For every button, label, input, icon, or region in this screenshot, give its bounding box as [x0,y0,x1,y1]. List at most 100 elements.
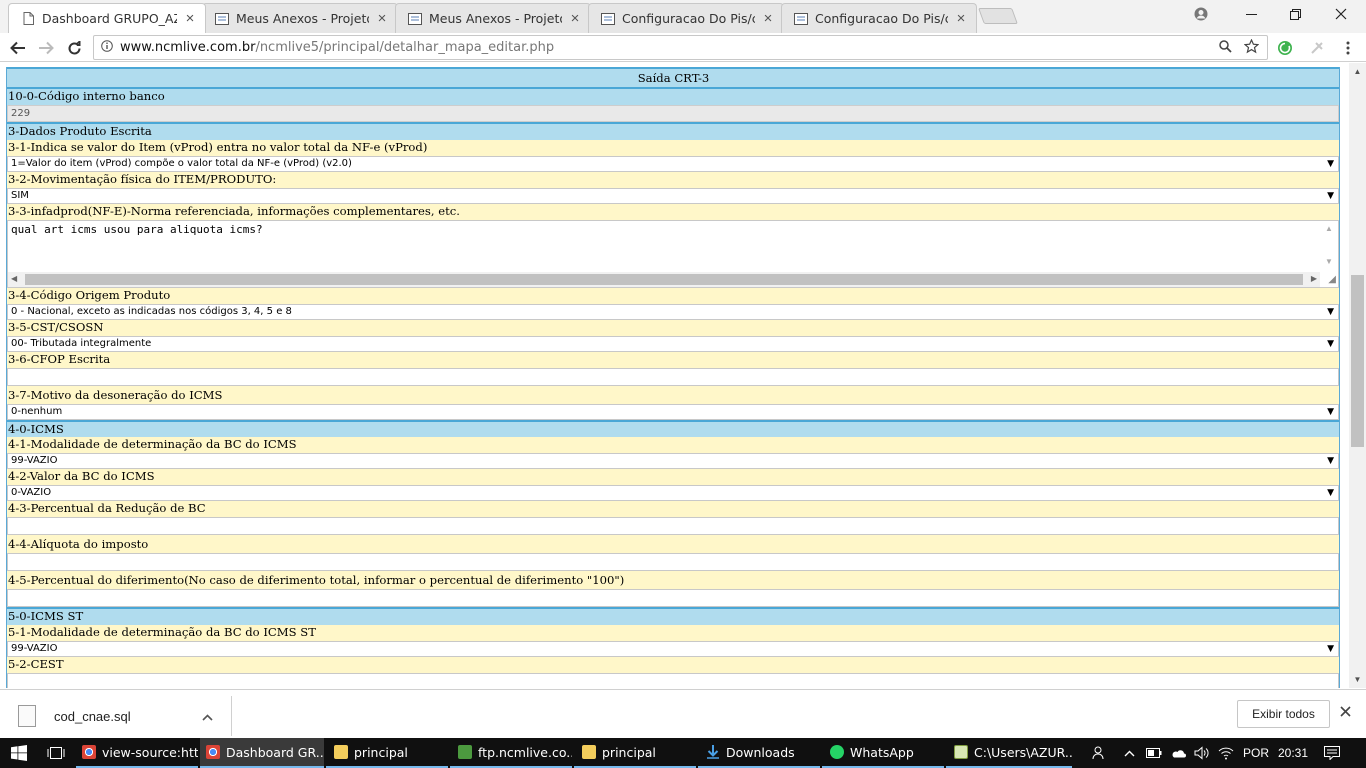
show-all-downloads-button[interactable]: Exibir todos [1237,700,1330,728]
tab-configuracao-pis-2[interactable]: Configuracao Do Pis/cof × [781,3,977,33]
chrome-icon [206,745,220,759]
tab-meus-anexos-1[interactable]: Meus Anexos - Projeto A × [202,3,398,33]
profile-icon[interactable] [1178,0,1224,28]
field-5-2-input[interactable] [7,673,1339,688]
action-center-icon[interactable] [1324,738,1340,768]
input-language[interactable]: POR [1243,738,1269,768]
new-tab-button[interactable] [978,8,1018,24]
field-4-1-label: 4-1-Modalidade de determinação da BC do … [7,437,1339,453]
minimize-window-icon[interactable] [1228,0,1274,28]
scroll-up-icon[interactable]: ▲ [1349,63,1366,80]
chevron-up-icon[interactable] [1124,738,1135,768]
clock[interactable]: 20:31 [1278,738,1308,768]
page-scroll-thumb[interactable] [1351,275,1364,447]
horizontal-scroll-thumb[interactable] [25,274,1303,285]
taskbar-item-whatsapp[interactable]: WhatsApp [822,738,944,768]
tab-dashboard[interactable]: Dashboard GRUPO_AZUR × [8,3,206,33]
battery-icon[interactable] [1146,738,1162,768]
field-4-4-label: 4-4-Alíquota do imposto [7,537,1339,553]
bookmark-star-icon[interactable] [1243,38,1260,57]
people-icon[interactable] [1092,738,1108,768]
taskbar-label: WhatsApp [850,744,914,760]
ftp-icon [458,745,472,759]
field-3-7-label: 3-7-Motivo da desoneração do ICMS [7,388,1339,404]
close-tab-icon[interactable]: × [568,10,582,27]
field-5-1-select[interactable]: 99-VAZIO ▼ [7,641,1339,657]
start-button[interactable] [0,738,38,768]
close-tab-icon[interactable]: × [183,10,197,27]
field-3-5-select[interactable]: 00- Tributada integralmente ▼ [7,336,1339,352]
taskbar-item-principal-2[interactable]: principal [574,738,696,768]
field-4-1-select[interactable]: 99-VAZIO ▼ [7,453,1339,469]
taskbar-item-principal-1[interactable]: principal [326,738,448,768]
document-icon [408,12,422,26]
field-4-4-input[interactable] [7,553,1339,571]
extension-green-icon[interactable] [1273,36,1297,60]
tab-title: Dashboard GRUPO_AZUR [42,11,177,26]
field-3-4-label: 3-4-Código Origem Produto [7,288,1339,304]
field-3-3-textarea[interactable]: qual art icms usou para aliquota icms? ▲… [7,220,1339,288]
onedrive-icon[interactable] [1170,738,1186,768]
section-code-header: 10-0-Código interno banco [7,87,1339,105]
chevron-down-icon: ▼ [1327,644,1334,654]
tab-meus-anexos-2[interactable]: Meus Anexos - Projeto A × [395,3,591,33]
textarea-horizontal-scrollbar[interactable]: ◀ ▶ [8,272,1320,287]
tab-title: Configuracao Do Pis/cof [815,11,948,26]
close-shelf-icon[interactable] [1340,704,1351,722]
scroll-down-icon[interactable]: ▼ [1349,671,1366,688]
task-view-button[interactable] [38,738,74,768]
field-5-2-label: 5-2-CEST [7,657,1339,673]
field-4-3-input[interactable] [7,517,1339,535]
restore-window-icon[interactable] [1272,0,1318,28]
close-window-icon[interactable] [1318,0,1364,28]
forward-icon[interactable] [34,36,58,60]
page-vertical-scrollbar[interactable]: ▲ ▼ [1349,63,1366,688]
tax-form: Saída CRT-3 10-0-Código interno banco 22… [6,67,1340,688]
field-4-2-select[interactable]: 0-VAZIO ▼ [7,485,1339,501]
wifi-icon[interactable] [1218,738,1234,768]
site-info-icon[interactable] [94,40,120,55]
zoom-icon[interactable] [1219,40,1232,56]
extension-puzzle-icon[interactable] [1305,36,1329,60]
url-path: /ncmlive5/principal/detalhar_mapa_editar… [255,40,555,55]
select-value: SIM [11,190,29,201]
field-3-7-select[interactable]: 0-nenhum ▼ [7,404,1339,420]
chevron-down-icon: ▼ [1327,339,1334,349]
field-3-5-label: 3-5-CST/CSOSN [7,320,1339,336]
taskbar-item-view-source[interactable]: view-source:htt... [76,738,198,768]
field-3-4-select[interactable]: 0 - Nacional, exceto as indicadas nos có… [7,304,1339,320]
resize-grip-icon[interactable]: ◢ [1328,274,1336,285]
chevron-up-icon[interactable] [202,709,213,724]
taskbar-item-ftp[interactable]: ftp.ncmlive.co... [450,738,572,768]
select-value: 00- Tributada integralmente [11,338,152,349]
address-bar[interactable]: www.ncmlive.com.br/ncmlive5/principal/de… [93,35,1268,60]
back-icon[interactable] [6,36,30,60]
scroll-right-icon[interactable]: ▶ [1311,274,1317,283]
field-3-1-select[interactable]: 1=Valor do item (vProd) compõe o valor t… [7,156,1339,172]
taskbar-item-downloads[interactable]: Downloads [698,738,820,768]
field-4-5-label: 4-5-Percentual do diferimento(No caso de… [7,573,1339,589]
chrome-menu-icon[interactable] [1336,36,1360,60]
notepad-icon [954,745,968,759]
tab-configuracao-pis-1[interactable]: Configuracao Do Pis/cof × [588,3,784,33]
close-tab-icon[interactable]: × [761,10,775,27]
chevron-down-icon: ▼ [1327,159,1334,169]
close-tab-icon[interactable]: × [375,10,389,27]
textarea-vertical-scrollbar[interactable]: ▲ ▼ [1321,221,1338,272]
folder-icon [334,745,348,759]
download-icon [706,745,720,759]
volume-icon[interactable] [1194,738,1210,768]
close-tab-icon[interactable]: × [954,10,968,27]
field-3-6-input[interactable] [7,368,1339,386]
download-item[interactable]: cod_cnae.sql [12,696,232,736]
taskbar-label: Dashboard GR... [226,744,324,760]
field-4-5-input[interactable] [7,589,1339,607]
scroll-left-icon[interactable]: ◀ [11,274,17,283]
chevron-down-icon: ▼ [1327,456,1334,466]
field-3-2-select[interactable]: SIM ▼ [7,188,1339,204]
taskbar-item-dashboard[interactable]: Dashboard GR... [200,738,324,768]
taskbar-item-notepad[interactable]: C:\Users\AZUR... [946,738,1072,768]
field-3-2-label: 3-2-Movimentação física do ITEM/PRODUTO: [7,172,1339,188]
windows-logo-icon [11,745,27,761]
reload-icon[interactable] [62,36,86,60]
